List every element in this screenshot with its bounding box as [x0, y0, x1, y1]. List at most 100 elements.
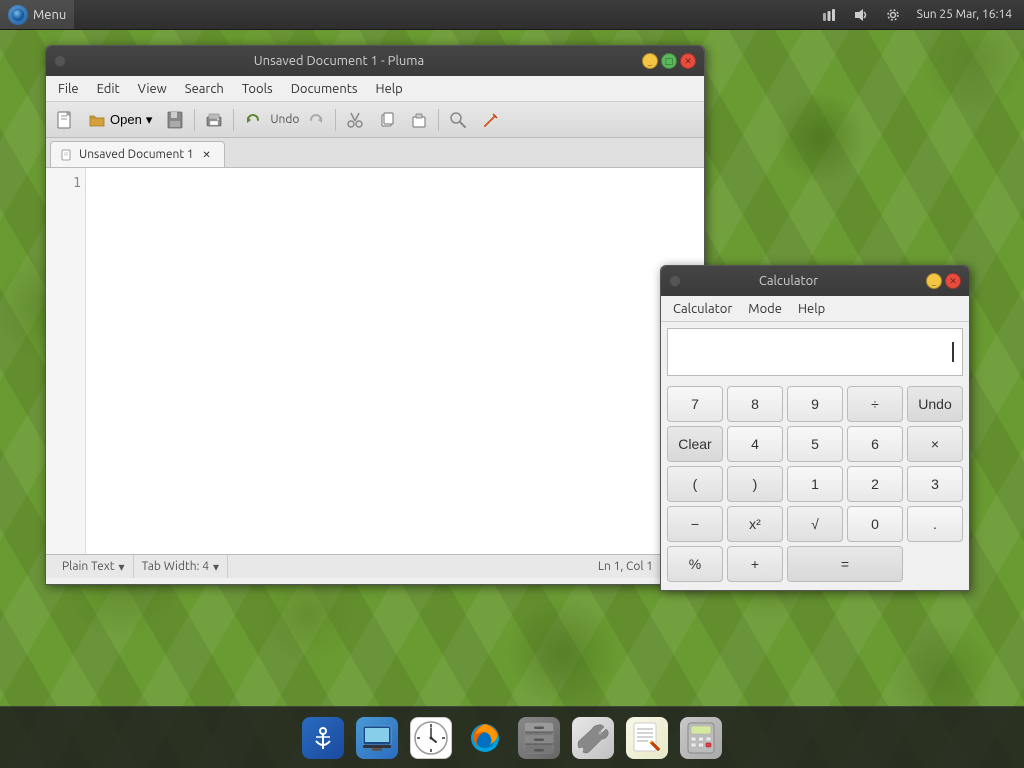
- network-icon: [821, 7, 837, 23]
- open-button[interactable]: Open ▾: [82, 106, 158, 134]
- highlight-button[interactable]: [475, 106, 505, 134]
- dock-item-calculator[interactable]: [677, 714, 725, 762]
- toolbar-sep-3: [335, 109, 336, 131]
- settings-icon: [885, 7, 901, 23]
- dock-item-clock[interactable]: [407, 714, 455, 762]
- tab-width-label: Tab Width: 4: [142, 560, 209, 573]
- pluma-menu-help[interactable]: Help: [368, 79, 411, 99]
- calc-btn-equals[interactable]: =: [787, 546, 903, 582]
- calc-btn-3[interactable]: 3: [907, 466, 963, 502]
- calc-btn-2[interactable]: 2: [847, 466, 903, 502]
- calc-btn-sqrt[interactable]: √: [787, 506, 843, 542]
- calc-btn-9[interactable]: 9: [787, 386, 843, 422]
- calc-menu-calculator[interactable]: Calculator: [665, 299, 740, 319]
- dock-item-system-tools[interactable]: [569, 714, 617, 762]
- calc-btn-close-paren[interactable]: ): [727, 466, 783, 502]
- clock-icon: [410, 717, 452, 759]
- tab-close-button[interactable]: ✕: [200, 148, 214, 162]
- datetime-display: Sun 25 Mar, 16:14: [913, 8, 1016, 21]
- network-icon-item: [817, 7, 841, 23]
- menu-button[interactable]: Menu: [0, 0, 74, 29]
- calc-btn-5[interactable]: 5: [787, 426, 843, 462]
- dock-item-text-editor[interactable]: [623, 714, 671, 762]
- save-button[interactable]: [160, 106, 190, 134]
- find-button[interactable]: [443, 106, 473, 134]
- calc-menu-mode[interactable]: Mode: [740, 299, 790, 319]
- calc-display: [667, 328, 963, 376]
- menu-icon: [8, 5, 28, 25]
- calc-cursor: [952, 342, 954, 362]
- calc-menu-help[interactable]: Help: [790, 299, 833, 319]
- calc-btn-0[interactable]: 0: [847, 506, 903, 542]
- position-label: Ln 1, Col 1: [598, 560, 653, 573]
- dock-item-wharfage[interactable]: [299, 714, 347, 762]
- calc-btn-multiply[interactable]: ×: [907, 426, 963, 462]
- calc-minimize-button[interactable]: _: [926, 273, 942, 289]
- calc-btn-dot[interactable]: .: [907, 506, 963, 542]
- redo-button[interactable]: [301, 106, 331, 134]
- copy-button[interactable]: [372, 106, 402, 134]
- dock-item-file-manager[interactable]: [353, 714, 401, 762]
- pluma-toolbar: Open ▾ Undo: [46, 102, 704, 138]
- calc-btn-undo[interactable]: Undo: [907, 386, 963, 422]
- dock-item-files[interactable]: [515, 714, 563, 762]
- calc-dot: [669, 275, 681, 287]
- new-button[interactable]: [50, 106, 80, 134]
- tab-width-status[interactable]: Tab Width: 4 ▾: [134, 555, 228, 578]
- volume-icon: [853, 7, 869, 23]
- calc-btn-clear[interactable]: Clear: [667, 426, 723, 462]
- calc-titlebar: Calculator _ ✕: [661, 266, 969, 296]
- tab-doc-icon: [61, 149, 73, 161]
- calc-btn-square[interactable]: x²: [727, 506, 783, 542]
- calc-btn-6[interactable]: 6: [847, 426, 903, 462]
- calc-btn-add[interactable]: +: [727, 546, 783, 582]
- pluma-close-button[interactable]: ✕: [680, 53, 696, 69]
- pluma-menubar: File Edit View Search Tools Documents He…: [46, 76, 704, 102]
- editor-content[interactable]: [86, 168, 704, 554]
- pluma-tab[interactable]: Unsaved Document 1 ✕: [50, 141, 225, 167]
- taskbar-right: Sun 25 Mar, 16:14: [809, 7, 1024, 23]
- pluma-menu-tools[interactable]: Tools: [234, 79, 281, 99]
- calc-btn-divide[interactable]: ÷: [847, 386, 903, 422]
- file-manager-icon: [356, 717, 398, 759]
- file-type-label: Plain Text: [62, 560, 115, 573]
- pluma-title: Unsaved Document 1 - Pluma: [72, 54, 606, 68]
- calc-btn-1[interactable]: 1: [787, 466, 843, 502]
- calc-close-button[interactable]: ✕: [945, 273, 961, 289]
- pluma-tab-bar: Unsaved Document 1 ✕: [46, 138, 704, 168]
- pluma-titlebar: Unsaved Document 1 - Pluma _ □ ✕: [46, 46, 704, 76]
- pluma-maximize-button[interactable]: □: [661, 53, 677, 69]
- text-editor-icon: [626, 717, 668, 759]
- paste-button[interactable]: [404, 106, 434, 134]
- file-type-status[interactable]: Plain Text ▾: [54, 555, 134, 578]
- pluma-menu-documents[interactable]: Documents: [283, 79, 366, 99]
- calc-btn-8[interactable]: 8: [727, 386, 783, 422]
- open-label: Open: [110, 112, 142, 127]
- toolbar-sep-2: [233, 109, 234, 131]
- calc-btn-7[interactable]: 7: [667, 386, 723, 422]
- calc-btn-subtract[interactable]: −: [667, 506, 723, 542]
- tab-label: Unsaved Document 1: [79, 148, 194, 161]
- menu-label: Menu: [33, 8, 66, 22]
- pluma-menu-search[interactable]: Search: [177, 79, 232, 99]
- pluma-menu-file[interactable]: File: [50, 79, 87, 99]
- undo-button[interactable]: [238, 106, 268, 134]
- calc-menubar: Calculator Mode Help: [661, 296, 969, 322]
- pluma-dot: [54, 55, 66, 67]
- toolbar-sep-4: [438, 109, 439, 131]
- pluma-status-bar: Plain Text ▾ Tab Width: 4 ▾ Ln 1, Col 1 …: [46, 554, 704, 578]
- volume-icon-item: [849, 7, 873, 23]
- pluma-menu-edit[interactable]: Edit: [89, 79, 128, 99]
- open-arrow: ▾: [146, 112, 153, 128]
- wharfage-icon: [302, 717, 344, 759]
- pluma-minimize-button[interactable]: _: [642, 53, 658, 69]
- print-button[interactable]: [199, 106, 229, 134]
- calc-btn-percent[interactable]: %: [667, 546, 723, 582]
- dock-item-firefox[interactable]: [461, 714, 509, 762]
- pluma-menu-view[interactable]: View: [130, 79, 175, 99]
- file-type-arrow: ▾: [119, 560, 125, 574]
- calc-btn-4[interactable]: 4: [727, 426, 783, 462]
- calc-btn-open-paren[interactable]: (: [667, 466, 723, 502]
- cut-button[interactable]: [340, 106, 370, 134]
- calc-buttons: 7 8 9 ÷ Undo Clear 4 5 6 × ( ) 1 2 3 − x…: [661, 382, 969, 590]
